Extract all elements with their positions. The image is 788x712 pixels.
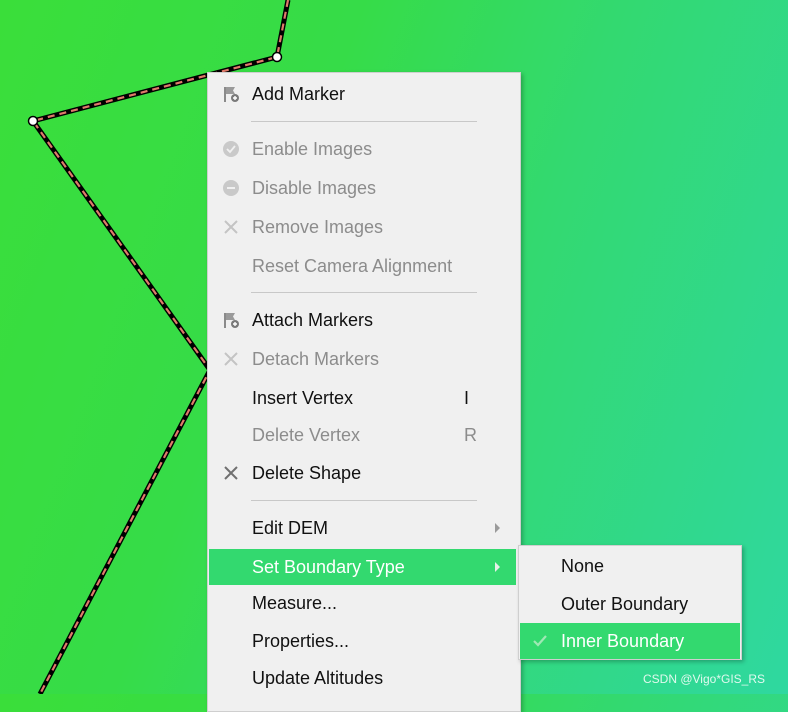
x-icon [224,220,238,234]
menu-item-detach-markers[interactable]: Detach Markers [209,341,519,377]
menu-item-label: Reset Camera Alignment [252,256,453,276]
menu-item-label: Remove Images [252,217,384,237]
context-menu: Add Marker Enable Images Disable Images … [207,72,521,712]
menu-item-delete-shape[interactable]: Delete Shape [209,455,519,491]
flag-plus-icon [224,313,239,328]
menu-item-edit-dem[interactable]: Edit DEM [209,510,519,546]
flag-plus-icon [224,87,239,102]
submenu-item-none[interactable]: None [520,548,740,584]
menu-item-shortcut: I [464,388,470,408]
menu-item-label: Set Boundary Type [252,557,405,577]
menu-item-label: Attach Markers [252,310,374,330]
watermark-text: CSDN @Vigo*GIS_RS [643,672,766,686]
menu-item-set-boundary-type[interactable]: Set Boundary Type [209,549,516,585]
menu-separator [251,121,477,122]
menu-item-reset-camera-alignment[interactable]: Reset Camera Alignment [209,248,519,284]
submenu-item-label: None [561,556,605,576]
menu-item-delete-vertex[interactable]: Delete Vertex R [209,417,519,453]
menu-item-label: Disable Images [252,178,377,198]
menu-item-properties[interactable]: Properties... [209,623,519,659]
submenu-arrow-icon [495,523,500,533]
menu-item-label: Enable Images [252,139,373,159]
menu-separator [251,500,477,501]
menu-item-label: Insert Vertex [252,388,354,408]
boundary-type-submenu: None Outer Boundary Inner Boundary [518,545,742,660]
menu-item-label: Properties... [252,631,350,651]
menu-item-label: Add Marker [252,84,346,104]
x-icon [224,352,238,366]
menu-item-label: Detach Markers [252,349,380,369]
submenu-item-label: Inner Boundary [561,631,685,651]
menu-item-label: Edit DEM [252,518,329,538]
check-circle-icon [223,141,239,157]
menu-item-insert-vertex[interactable]: Insert Vertex I [209,380,519,416]
submenu-arrow-icon [495,562,500,572]
x-icon [224,466,238,480]
menu-item-measure[interactable]: Measure... [209,585,519,621]
menu-item-update-altitudes[interactable]: Update Altitudes [209,660,519,696]
menu-item-attach-markers[interactable]: Attach Markers [209,302,519,338]
shape-vertex[interactable] [271,51,283,63]
submenu-item-label: Outer Boundary [561,594,689,614]
menu-item-disable-images[interactable]: Disable Images [209,170,519,206]
shape-vertex[interactable] [27,115,39,127]
submenu-item-outer-boundary[interactable]: Outer Boundary [520,586,740,622]
menu-item-add-marker[interactable]: Add Marker [209,76,519,112]
menu-item-label: Delete Shape [252,463,362,483]
menu-item-remove-images[interactable]: Remove Images [209,209,519,245]
menu-separator [251,292,477,293]
menu-item-label: Measure... [252,593,338,613]
submenu-item-inner-boundary[interactable]: Inner Boundary [520,623,740,659]
menu-item-label: Update Altitudes [252,668,384,688]
checkmark-icon [533,635,547,647]
minus-circle-icon [223,180,239,196]
menu-item-enable-images[interactable]: Enable Images [209,131,519,167]
menu-item-label: Delete Vertex [252,425,361,445]
menu-item-shortcut: R [464,425,477,445]
